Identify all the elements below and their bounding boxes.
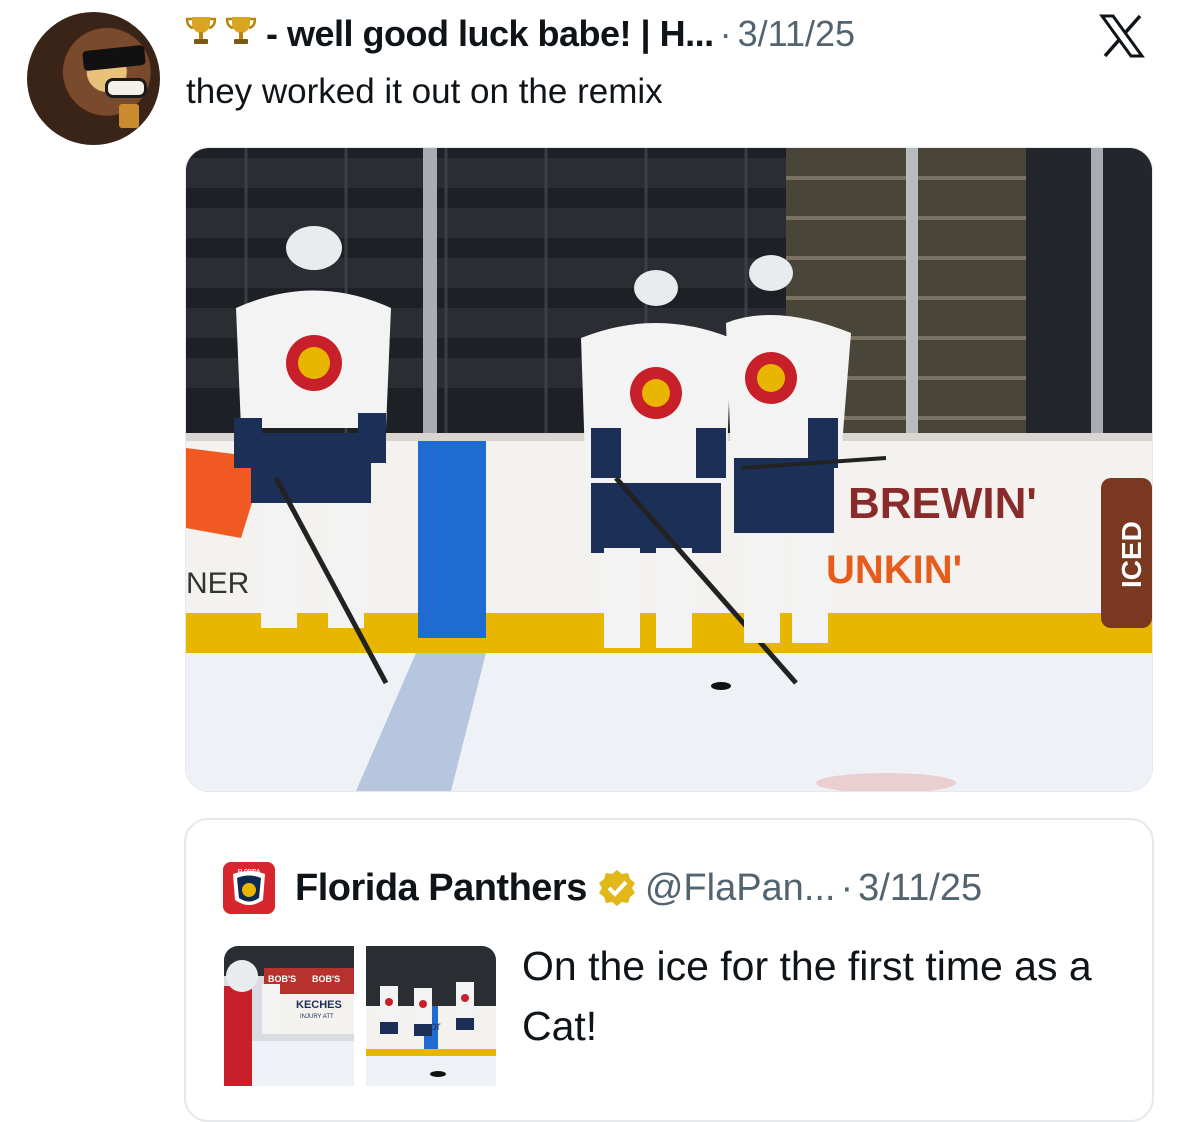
thumb1-text-3: KECHES — [296, 999, 342, 1011]
board-text-left: NER — [186, 567, 249, 600]
board-text-unkin: UNKIN' — [826, 548, 962, 592]
avatar-sunglasses — [105, 78, 147, 98]
board-text-iced: ICED — [1116, 521, 1147, 588]
quoted-author-handle[interactable]: @FlaPan... — [645, 867, 836, 910]
avatar-drink — [119, 104, 139, 128]
trophy-icon — [185, 15, 217, 53]
thumb1-text-2: BOB'S — [312, 974, 340, 984]
tweet-header: - well good luck babe! | H... · 3/11/25 — [185, 8, 1086, 60]
thumb1-text-4: INJURY ATT — [300, 1014, 334, 1020]
x-logo-icon[interactable] — [1098, 12, 1146, 60]
quoted-author-name[interactable]: Florida Panthers — [295, 867, 587, 910]
tweet-photo[interactable]: NER BREWIN' UNKIN' ICED — [185, 147, 1153, 792]
tweet-date[interactable]: 3/11/25 — [738, 13, 855, 55]
quoted-tweet-header: FLORIDA Florida Panthers @FlaPan... · 3/… — [223, 856, 982, 920]
quoted-thumbnail-2[interactable]: rpr — [366, 946, 496, 1086]
thumb1-text-1: BOB'S — [268, 974, 296, 984]
tweet-text: they worked it out on the remix — [186, 72, 663, 111]
quoted-tweet-date[interactable]: 3/11/25 — [858, 867, 982, 910]
panthers-logo-icon[interactable]: FLORIDA — [223, 862, 275, 914]
verified-badge-icon — [597, 868, 637, 908]
author-name[interactable]: - well good luck babe! | H... — [266, 13, 714, 55]
header-separator: · — [719, 13, 732, 54]
trophy-icon — [225, 15, 257, 53]
quoted-thumbnail-1[interactable]: BOB'S BOB'S KECHES INJURY ATT — [224, 946, 354, 1086]
quoted-tweet-text: On the ice for the first time as a Cat! — [522, 943, 1092, 1049]
quoted-tweet[interactable]: FLORIDA Florida Panthers @FlaPan... · 3/… — [184, 818, 1154, 1122]
board-text-brewin: BREWIN' — [848, 479, 1037, 528]
quoted-separator: · — [840, 866, 854, 909]
panthers-logo-text: FLORIDA — [238, 869, 261, 875]
avatar-phone — [82, 44, 146, 72]
author-avatar[interactable] — [27, 12, 160, 145]
